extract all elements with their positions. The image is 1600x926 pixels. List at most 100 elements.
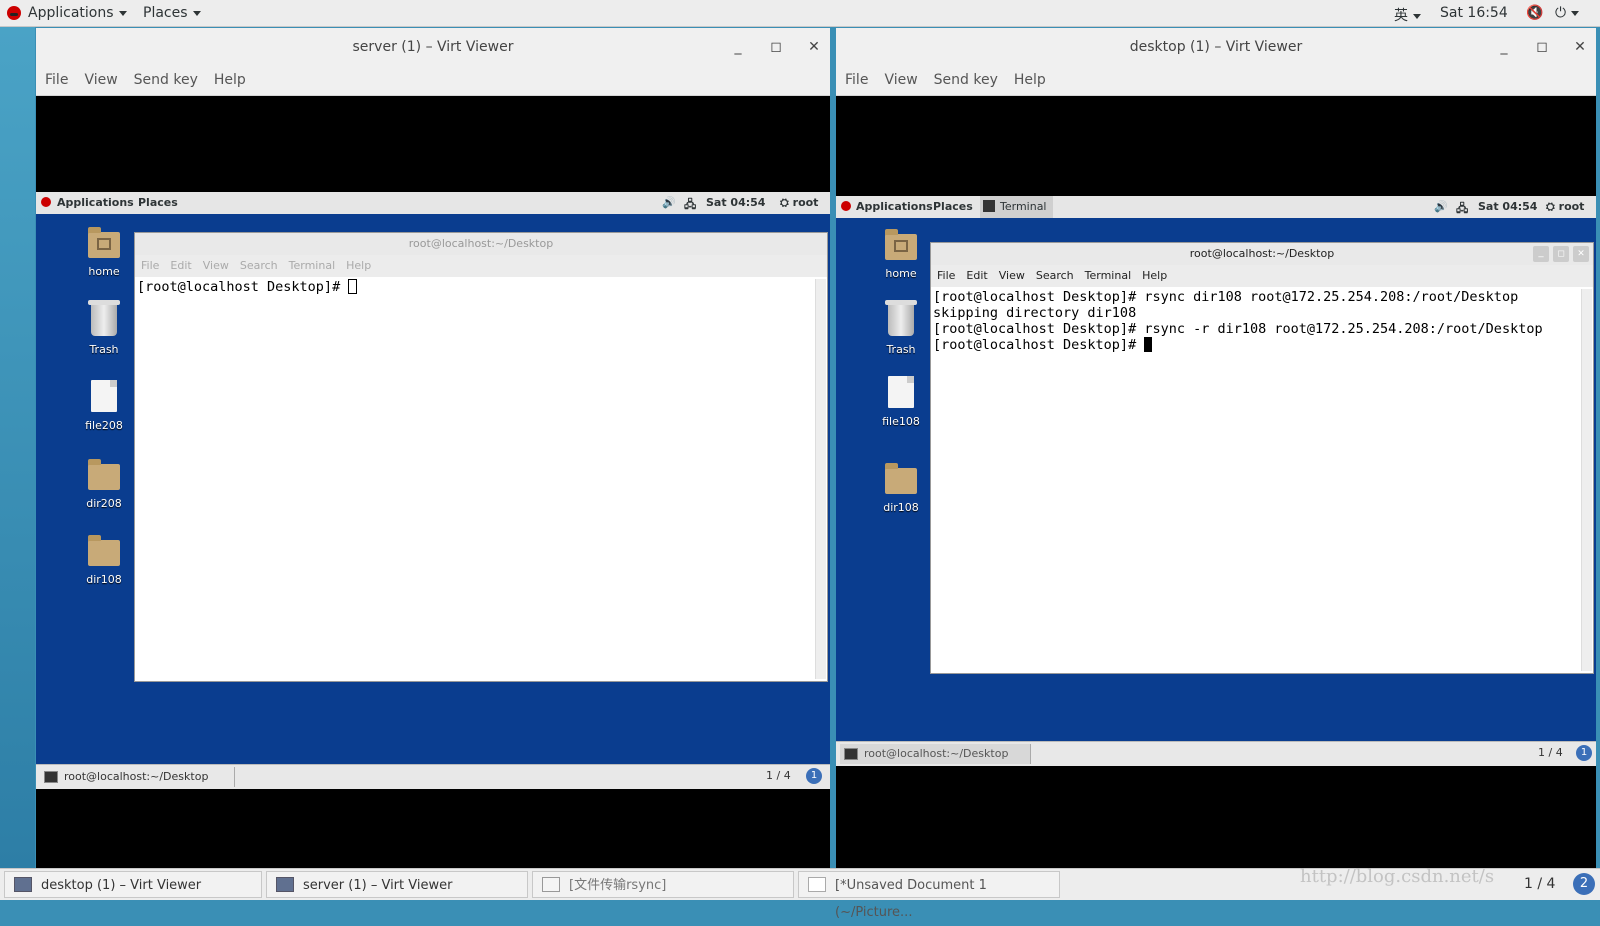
chevron-down-icon [1413,13,1421,19]
window-title: desktop (1) – Virt Viewer [836,28,1596,66]
terminal-output[interactable]: [root@localhost Desktop]# rsync dir108 r… [933,289,1579,671]
places-menu[interactable]: Places [143,5,201,21]
volume-icon[interactable]: 🔇 [1526,5,1543,21]
terminal-line: skipping directory dir108 [933,305,1137,321]
server-terminal-window[interactable]: root@localhost:~/Desktop File Edit View Sea… [134,232,828,682]
user-label: root [1558,200,1585,213]
menu-help[interactable]: Help [214,66,246,94]
desktop-icon-home[interactable]: home [871,228,931,280]
desktop-icon-dir108[interactable]: dir108 [871,462,931,514]
terminal-menu-file[interactable]: File [141,255,159,277]
taskbar-button-text-editor[interactable]: [*Unsaved Document 1 (~/Picture... [798,871,1060,920]
guest-applications-menu[interactable]: Applications [57,196,134,209]
terminal-cursor [348,279,358,294]
notification-badge[interactable]: 1 [1576,745,1592,761]
home-folder-icon [88,227,120,258]
guest-places-menu[interactable]: Places [933,200,973,213]
minimize-button[interactable]: _ [1494,37,1514,57]
terminal-menu-terminal[interactable]: Terminal [289,255,336,277]
taskbar-button-rsync-doc[interactable]: [文件传输rsync] [532,871,794,898]
guest-clock[interactable]: Sat 04:54 [1478,200,1537,213]
terminal-icon [44,771,58,783]
menu-file[interactable]: File [45,66,68,94]
taskbar-button-desktop-viewer[interactable]: desktop (1) – Virt Viewer [4,871,262,898]
terminal-menu-search[interactable]: Search [1036,265,1074,287]
menu-send-key[interactable]: Send key [134,66,198,94]
volume-icon[interactable]: 🔊 [1434,200,1448,213]
menu-send-key[interactable]: Send key [934,66,998,94]
terminal-menu-help[interactable]: Help [346,255,371,277]
desktop-icon-file108[interactable]: file108 [871,376,931,428]
server-virt-viewer-window: server (1) – Virt Viewer _ ◻ ✕ File View S… [36,28,830,869]
maximize-button[interactable]: ◻ [1532,37,1552,57]
redhat-logo-icon [41,197,51,207]
menu-help[interactable]: Help [1014,66,1046,94]
terminal-cursor [1144,337,1153,352]
menu-bar: File View Send key Help [836,66,1596,96]
desktop-icon-dir108[interactable]: dir108 [74,534,134,586]
guest-bottom-bar: root@localhost:~/Desktop 1 / 4 1 [36,764,830,789]
desktop-icon-trash[interactable]: Trash [871,300,931,356]
desktop-terminal-window[interactable]: root@localhost:~/Desktop _ ◻ ✕ File Edit V… [930,242,1594,674]
terminal-line: [root@localhost Desktop]# rsync dir108 r… [933,289,1519,305]
user-menu[interactable]: ⛭ root [1546,200,1584,214]
desktop-icon-dir208[interactable]: dir208 [74,458,134,510]
guest-taskbar-item[interactable]: root@localhost:~/Desktop [840,744,1031,764]
input-method-indicator[interactable]: 英 [1394,5,1421,25]
icon-label: file108 [882,415,920,428]
guest-places-menu[interactable]: Places [138,196,178,209]
terminal-menu-file[interactable]: File [937,265,955,287]
terminal-output[interactable]: [root@localhost Desktop]# [137,279,813,679]
chevron-down-icon [1571,10,1580,16]
terminal-scrollbar[interactable] [815,279,826,679]
terminal-maximize-button[interactable]: ◻ [1553,246,1569,262]
menu-view[interactable]: View [884,66,917,94]
guest-terminal-tab[interactable]: Terminal [980,196,1053,218]
guest-top-bar: Applications Places 🔊 🖧 Sat 04:54 ⛭ root [36,192,830,214]
applications-menu[interactable]: Applications [28,5,127,21]
close-button[interactable]: ✕ [804,37,824,57]
notification-badge[interactable]: 1 [806,768,822,784]
guest-applications-menu[interactable]: Applications [856,200,933,213]
terminal-menu-edit[interactable]: Edit [170,255,191,277]
desktop-icon-file208[interactable]: file208 [74,380,134,432]
terminal-menu-terminal[interactable]: Terminal [1085,265,1132,287]
terminal-menu-search[interactable]: Search [240,255,278,277]
applications-label: Applications [28,5,114,21]
terminal-menu-edit[interactable]: Edit [966,265,987,287]
icon-label: Trash [89,343,119,356]
maximize-button[interactable]: ◻ [766,37,786,57]
terminal-minimize-button[interactable]: _ [1533,246,1549,262]
icon-label: home [88,265,120,278]
close-button[interactable]: ✕ [1570,37,1590,57]
workspace-pager[interactable]: 1 / 4 [1524,876,1555,892]
terminal-icon [983,200,995,212]
clock[interactable]: Sat 16:54 [1440,5,1508,21]
desktop-icon-home[interactable]: home [74,226,134,278]
workspace-pager[interactable]: 1 / 4 [766,769,791,782]
workspace-pager[interactable]: 1 / 4 [1538,746,1563,759]
desktop-virt-viewer-window: desktop (1) – Virt Viewer _ ◻ ✕ File View… [836,28,1596,869]
terminal-menu-view[interactable]: View [203,255,229,277]
guest-clock[interactable]: Sat 04:54 [706,196,765,209]
notification-badge[interactable]: 2 [1573,873,1595,895]
minimize-button[interactable]: _ [728,37,748,57]
user-menu[interactable]: ⛭ root [780,196,818,210]
volume-icon[interactable]: 🔊 [662,196,676,209]
terminal-menu-help[interactable]: Help [1142,265,1167,287]
folder-icon [88,459,120,490]
terminal-close-button[interactable]: ✕ [1573,246,1589,262]
taskbar-button-server-viewer[interactable]: server (1) – Virt Viewer [266,871,528,898]
network-icon[interactable]: 🖧 [1456,200,1468,219]
chevron-down-icon [192,10,201,16]
desktop-icon-trash[interactable]: Trash [74,300,134,356]
power-icon[interactable]: ⏻ [1555,5,1580,21]
redhat-logo-icon [7,6,21,20]
network-icon[interactable]: 🖧 [684,196,696,215]
terminal-menu-view[interactable]: View [999,265,1025,287]
menu-view[interactable]: View [84,66,117,94]
terminal-scrollbar[interactable] [1581,289,1592,671]
menu-bar: File View Send key Help [36,66,830,96]
menu-file[interactable]: File [845,66,868,94]
guest-taskbar-item[interactable]: root@localhost:~/Desktop [40,767,235,787]
